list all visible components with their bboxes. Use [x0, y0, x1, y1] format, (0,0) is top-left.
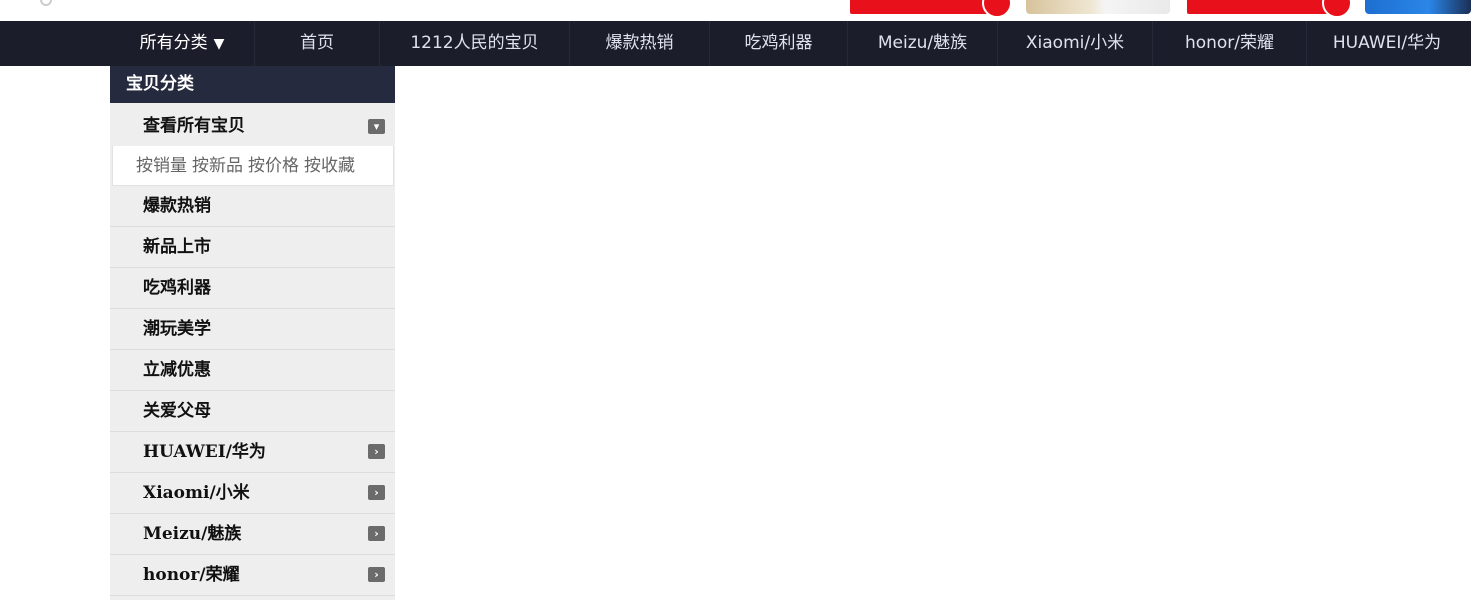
nav-home[interactable]: 首页 — [255, 21, 380, 66]
category-label: honor/荣耀 — [143, 565, 240, 585]
view-all-items[interactable]: 查看所有宝贝 ▾ — [110, 103, 395, 146]
nav-xiaomi-label: Xiaomi/小米 — [1025, 33, 1125, 53]
category-hot-sales[interactable]: 爆款热销 — [110, 186, 395, 227]
chevron-right-icon[interactable]: › — [368, 526, 385, 541]
category-discounts[interactable]: 立减优惠 — [110, 350, 395, 391]
caret-down-icon: ▼ — [213, 36, 225, 52]
sort-by-favorites[interactable]: 按收藏 — [304, 156, 355, 176]
category-label: Xiaomi/小米 — [143, 483, 250, 503]
promo-banner-phone-1[interactable] — [850, 0, 1170, 18]
nav-honor-label: honor/荣耀 — [1184, 33, 1275, 53]
chevron-down-icon[interactable]: ▾ — [368, 118, 385, 134]
nav-meizu-label: Meizu/魅族 — [877, 33, 968, 53]
category-xiaomi[interactable]: Xiaomi/小米 › — [110, 473, 395, 514]
promo-banner-phone-2[interactable] — [1187, 0, 1471, 18]
category-label: 爆款热销 — [143, 196, 211, 216]
chevron-right-icon[interactable]: › — [368, 567, 385, 582]
nav-huawei[interactable]: HUAWEI/华为 — [1307, 21, 1467, 66]
nav-hot-sales[interactable]: 爆款热销 — [570, 21, 710, 66]
category-label: 立减优惠 — [143, 360, 211, 380]
category-label: 关爱父母 — [143, 401, 211, 421]
sort-options: 按销量 按新品 按价格 按收藏 — [112, 146, 394, 186]
view-all-items-label: 查看所有宝贝 — [143, 116, 245, 136]
category-label: 潮玩美学 — [143, 319, 211, 339]
nav-xiaomi[interactable]: Xiaomi/小米 — [998, 21, 1153, 66]
nav-1212[interactable]: 1212人民的宝贝 — [380, 21, 570, 66]
category-huawei[interactable]: HUAWEI/华为 › — [110, 432, 395, 473]
category-honor[interactable]: honor/荣耀 › — [110, 555, 395, 596]
category-panel-title: 宝贝分类 — [110, 66, 395, 103]
chevron-right-icon[interactable]: › — [368, 485, 385, 500]
nav-gaming-gear-label: 吃鸡利器 — [744, 33, 813, 53]
nav-hot-sales-label: 爆款热销 — [605, 33, 674, 53]
category-trendy[interactable]: 潮玩美学 — [110, 309, 395, 350]
category-panel: 宝贝分类 查看所有宝贝 ▾ 按销量 按新品 按价格 按收藏 爆款热销 新品上市 吃鸡利… — [110, 66, 395, 600]
category-label: HUAWEI/华为 — [143, 442, 266, 462]
nav-honor[interactable]: honor/荣耀 — [1153, 21, 1307, 66]
category-gaming-gear[interactable]: 吃鸡利器 — [110, 268, 395, 309]
category-label: Meizu/魅族 — [143, 524, 242, 544]
category-care-for-parents[interactable]: 关爱父母 — [110, 391, 395, 432]
nav-meizu[interactable]: Meizu/魅族 — [848, 21, 998, 66]
sort-by-price[interactable]: 按价格 — [248, 156, 299, 176]
nav-1212-label: 1212人民的宝贝 — [410, 33, 539, 53]
nav-all-categories-label: 所有分类 — [139, 33, 208, 53]
category-new-arrivals[interactable]: 新品上市 — [110, 227, 395, 268]
category-label: 吃鸡利器 — [143, 278, 211, 298]
sort-by-new[interactable]: 按新品 — [192, 156, 243, 176]
chevron-right-icon[interactable]: › — [368, 444, 385, 459]
sort-by-sales[interactable]: 按销量 — [136, 156, 187, 176]
nav-home-label: 首页 — [300, 33, 334, 53]
category-label: 新品上市 — [143, 237, 211, 257]
category-meizu[interactable]: Meizu/魅族 › — [110, 514, 395, 555]
nav-huawei-label: HUAWEI/华为 — [1332, 33, 1442, 53]
nav-gaming-gear[interactable]: 吃鸡利器 — [710, 21, 848, 66]
nav-items: 所有分类 ▼ 首页 1212人民的宝贝 爆款热销 吃鸡利器 Meizu/魅族 Xi… — [110, 21, 1471, 66]
logo-fragment — [40, 0, 52, 6]
nav-all-categories[interactable]: 所有分类 ▼ — [110, 21, 255, 66]
main-nav-bar: 所有分类 ▼ 首页 1212人民的宝贝 爆款热销 吃鸡利器 Meizu/魅族 Xi… — [0, 21, 1471, 66]
top-promo-banner — [0, 0, 1471, 21]
